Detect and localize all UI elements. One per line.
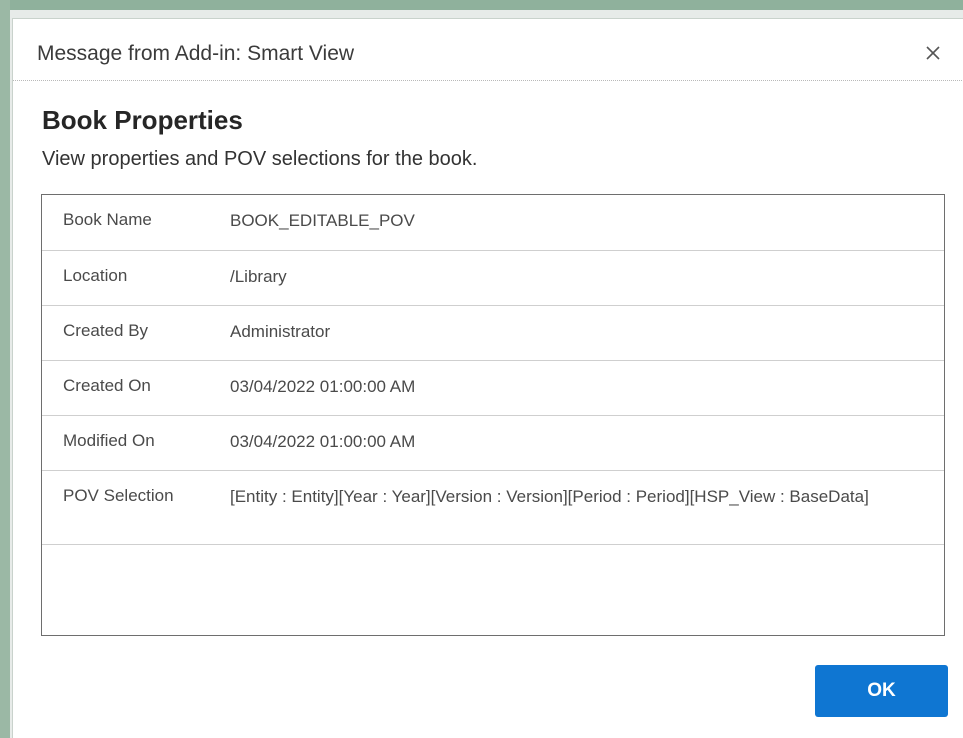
dialog-title: Message from Add-in: Smart View	[37, 42, 355, 65]
smart-view-dialog: Message from Add-in: Smart View Book Pro…	[12, 18, 963, 738]
background-window-edge-left	[0, 0, 10, 738]
property-value: Administrator	[230, 322, 331, 341]
property-row-created-on: Created On 03/04/2022 01:00:00 AM	[42, 361, 944, 416]
page-description: View properties and POV selections for t…	[42, 148, 478, 170]
property-label: Created On	[63, 376, 151, 395]
property-label: Modified On	[63, 431, 155, 450]
dialog-titlebar: Message from Add-in: Smart View	[13, 19, 963, 81]
property-row-location: Location /Library	[42, 251, 944, 306]
property-label: Book Name	[63, 210, 152, 229]
book-properties-table: Book Name BOOK_EDITABLE_POV Location /Li…	[41, 194, 945, 636]
property-row-pov-selection: POV Selection [Entity : Entity][Year : Y…	[42, 471, 944, 545]
property-value: [Entity : Entity][Year : Year][Version :…	[230, 487, 869, 506]
page-title: Book Properties	[42, 105, 243, 135]
property-row-created-by: Created By Administrator	[42, 306, 944, 361]
background-window-edge	[0, 0, 963, 10]
property-row-book-name: Book Name BOOK_EDITABLE_POV	[42, 195, 944, 251]
property-value: 03/04/2022 01:00:00 AM	[230, 377, 416, 396]
close-icon	[925, 45, 941, 61]
property-label: Created By	[63, 321, 149, 340]
property-row-modified-on: Modified On 03/04/2022 01:00:00 AM	[42, 416, 944, 471]
close-button[interactable]	[917, 37, 949, 69]
property-value: BOOK_EDITABLE_POV	[230, 211, 415, 230]
ok-button[interactable]: OK	[815, 665, 948, 717]
property-label: POV Selection	[63, 486, 174, 505]
property-value: /Library	[230, 267, 287, 286]
property-value: 03/04/2022 01:00:00 AM	[230, 432, 416, 451]
property-label: Location	[63, 266, 128, 285]
